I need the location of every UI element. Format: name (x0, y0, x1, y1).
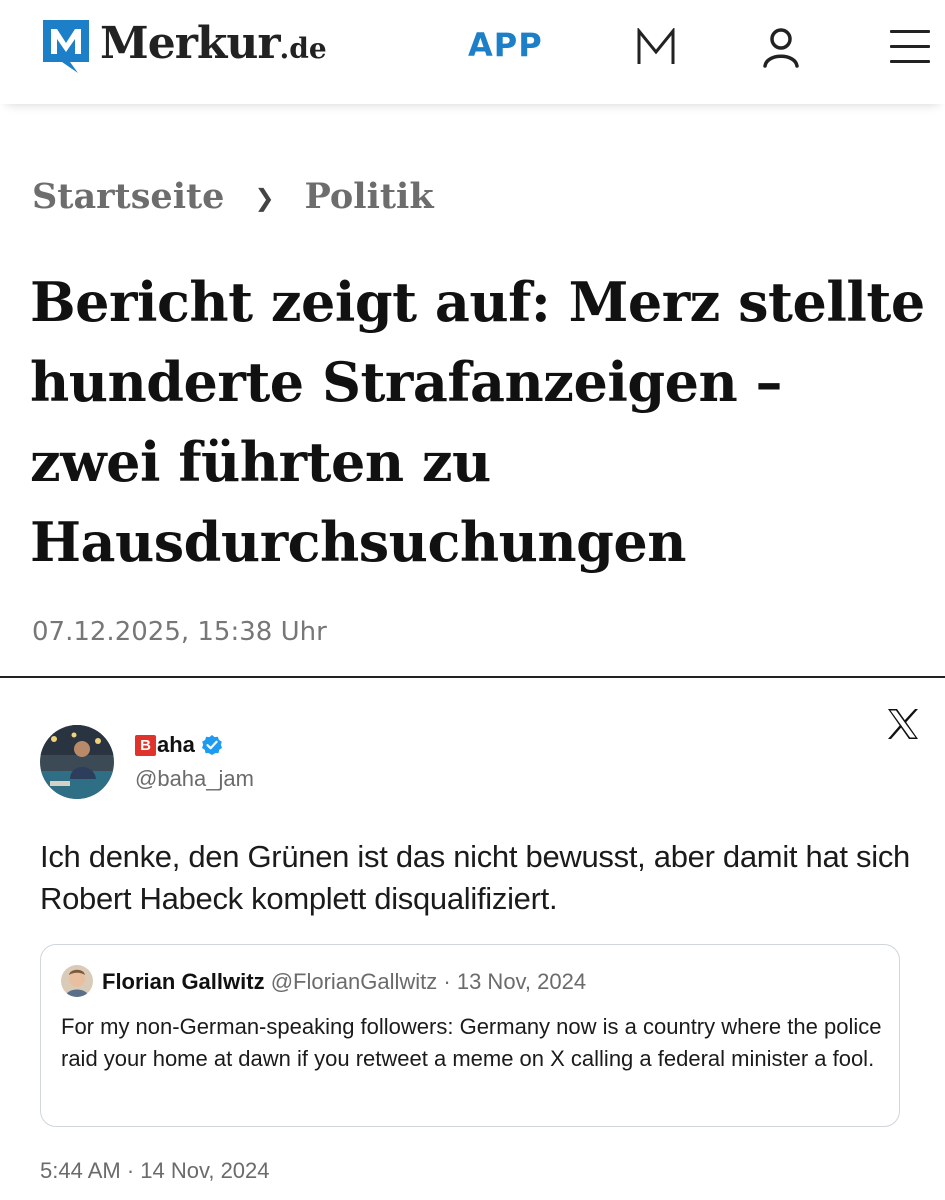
chevron-right-icon: ❯ (254, 183, 275, 212)
brand-tld: .de (279, 31, 327, 65)
brand-name: Merkur.de (100, 18, 327, 69)
user-icon[interactable] (760, 26, 802, 68)
x-logo-icon[interactable] (886, 708, 920, 740)
quoted-author-name[interactable]: Florian Gallwitz (102, 969, 265, 994)
menu-icon[interactable] (890, 30, 930, 64)
quoted-tweet[interactable]: Florian Gallwitz @FlorianGallwitz · 13 N… (40, 944, 900, 1127)
merkur-logo-icon (43, 20, 89, 73)
breadcrumb-home[interactable]: Startseite (32, 176, 224, 217)
article-headline: Bericht zeigt auf: Merz stellte hunderte… (30, 270, 925, 574)
breadcrumb-section[interactable]: Politik (305, 176, 434, 217)
divider (0, 676, 945, 678)
tweet-author[interactable]: B aha (135, 732, 223, 758)
menu-bar (890, 30, 930, 33)
app-link[interactable]: APP (468, 26, 543, 64)
m-icon[interactable] (634, 28, 678, 66)
avatar[interactable] (40, 725, 114, 799)
avatar-photo (40, 725, 114, 799)
breadcrumb: Startseite ❯ Politik (32, 176, 434, 217)
merkur-logo[interactable]: Merkur.de (40, 14, 327, 78)
author-handle[interactable]: @baha_jam (135, 766, 254, 792)
menu-bar (890, 60, 930, 63)
tweet-text: Ich denke, den Grünen ist das nicht bewu… (40, 839, 910, 916)
quoted-header: Florian Gallwitz @FlorianGallwitz · 13 N… (102, 969, 586, 995)
site-header: Merkur.de APP (0, 0, 945, 104)
brand-word: Merkur (100, 17, 281, 69)
author-name: aha (157, 732, 195, 757)
article-date: 07.12.2025, 15:38 Uhr (32, 617, 327, 647)
author-badge: B (135, 734, 156, 756)
quoted-avatar[interactable] (61, 965, 93, 997)
quoted-avatar-photo (61, 965, 93, 997)
tweet-timestamp[interactable]: 5:44 AM · 14 Nov, 2024 (40, 1158, 270, 1184)
menu-bar (890, 45, 930, 48)
quoted-text: For my non-German-speaking followers: Ge… (61, 1014, 882, 1071)
quoted-handle-date: @FlorianGallwitz · 13 Nov, 2024 (270, 969, 587, 994)
verified-icon (201, 735, 222, 755)
